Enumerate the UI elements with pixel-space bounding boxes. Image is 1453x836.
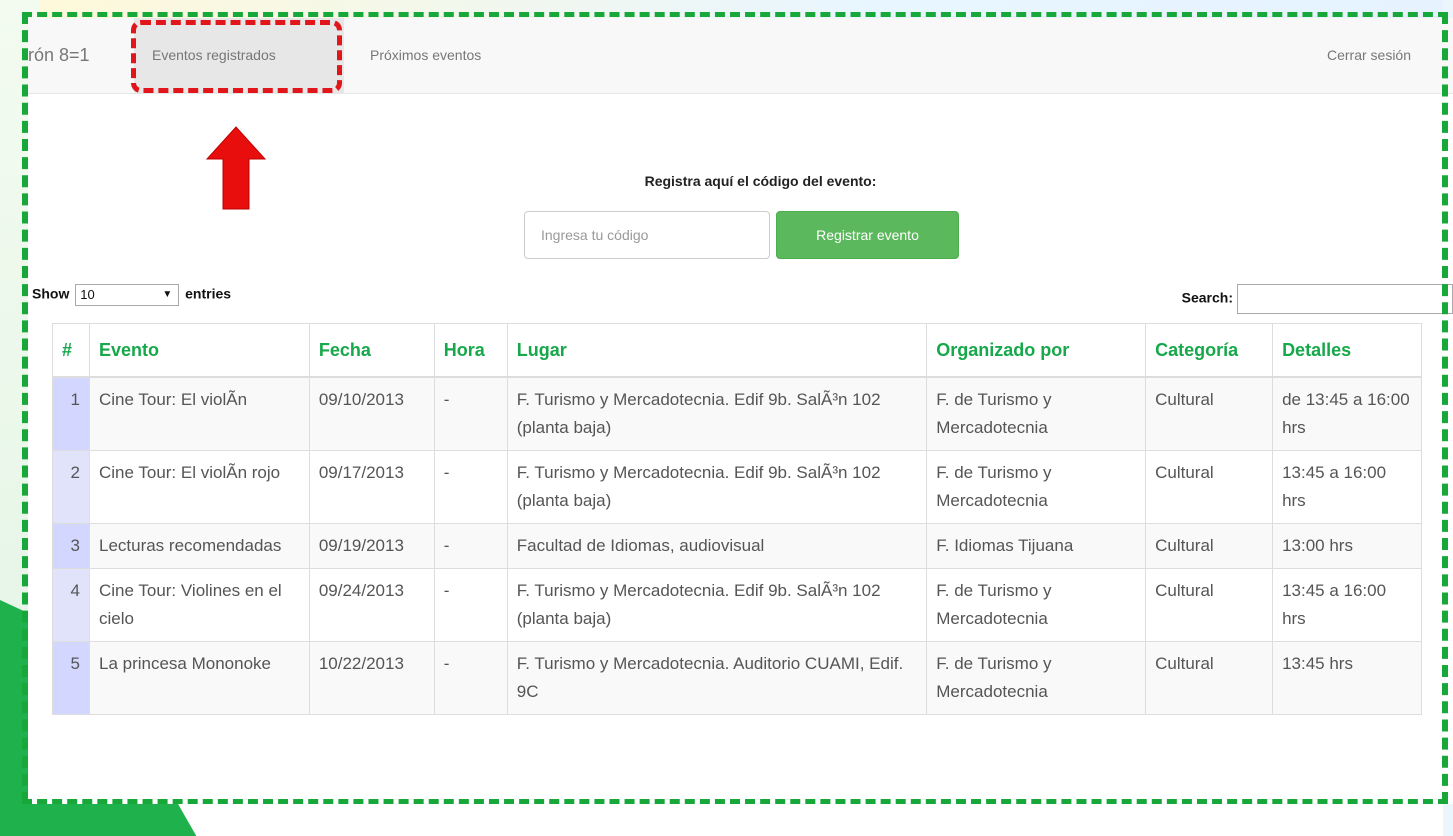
column-header-categoria[interactable]: Categoría: [1145, 323, 1274, 378]
column-header-fecha[interactable]: Fecha: [308, 323, 435, 378]
cell-categoria: Cultural: [1145, 523, 1274, 569]
show-label: Show: [32, 285, 70, 302]
cell-detalles: 13:45 a 16:00 hrs: [1272, 450, 1422, 524]
cell-hora: -: [433, 641, 508, 715]
cell-number: 5: [52, 641, 90, 715]
column-header-evento[interactable]: Evento: [88, 323, 310, 378]
cell-evento: La princesa Mononoke: [88, 641, 310, 715]
cell-organizado-por: F. de Turismo y Mercadotecnia: [926, 450, 1147, 524]
entries-select-value: 10: [80, 287, 95, 302]
cell-categoria: Cultural: [1145, 376, 1274, 451]
table-header-row: # Evento Fecha Hora Lugar Organizado por…: [52, 323, 1422, 378]
table-row[interactable]: 3 Lecturas recomendadas 09/19/2013 - Fac…: [52, 523, 1422, 569]
column-header-organizado-por[interactable]: Organizado por: [926, 323, 1147, 378]
table-row[interactable]: 2 Cine Tour: El violÃn rojo 09/17/2013 -…: [52, 450, 1422, 524]
cell-fecha: 09/19/2013: [308, 523, 435, 569]
nav-link-proximos-eventos[interactable]: Próximos eventos: [370, 47, 481, 63]
cell-evento: Lecturas recomendadas: [88, 523, 310, 569]
column-header-lugar[interactable]: Lugar: [506, 323, 928, 378]
cell-evento: Cine Tour: El violÃn rojo: [88, 450, 310, 524]
cell-number: 1: [52, 376, 90, 451]
code-input[interactable]: [524, 211, 770, 259]
cell-number: 2: [52, 450, 90, 524]
table-row[interactable]: 1 Cine Tour: El violÃn 09/10/2013 - F. T…: [52, 376, 1422, 451]
search-input[interactable]: [1237, 284, 1453, 314]
cell-detalles: 13:45 a 16:00 hrs: [1272, 568, 1422, 642]
cell-categoria: Cultural: [1145, 450, 1274, 524]
table-row[interactable]: 4 Cine Tour: Violines en el cielo 09/24/…: [52, 568, 1422, 642]
search-label: Search:: [1181, 289, 1233, 306]
navbar-brand[interactable]: rón 8=1: [28, 45, 90, 66]
cell-lugar: F. Turismo y Mercadotecnia. Auditorio CU…: [506, 641, 928, 715]
cell-hora: -: [433, 568, 508, 642]
register-event-button[interactable]: Registrar evento: [776, 211, 959, 259]
cell-organizado-por: F. Idiomas Tijuana: [926, 523, 1147, 569]
cell-lugar: F. Turismo y Mercadotecnia. Edif 9b. Sal…: [506, 568, 928, 642]
cell-categoria: Cultural: [1145, 641, 1274, 715]
caret-down-icon: ▼: [162, 289, 173, 300]
cell-fecha: 09/24/2013: [308, 568, 435, 642]
column-header-number[interactable]: #: [52, 323, 90, 378]
cell-detalles: 13:00 hrs: [1272, 523, 1422, 569]
table-row[interactable]: 5 La princesa Mononoke 10/22/2013 - F. T…: [52, 641, 1422, 715]
cell-hora: -: [433, 376, 508, 451]
cell-lugar: F. Turismo y Mercadotecnia. Edif 9b. Sal…: [506, 450, 928, 524]
logout-link[interactable]: Cerrar sesión: [1327, 47, 1411, 63]
cell-categoria: Cultural: [1145, 568, 1274, 642]
column-header-hora[interactable]: Hora: [433, 323, 508, 378]
cell-detalles: 13:45 hrs: [1272, 641, 1422, 715]
events-table: # Evento Fecha Hora Lugar Organizado por…: [52, 323, 1422, 715]
cell-fecha: 09/10/2013: [308, 376, 435, 451]
background-tint-top: [0, 0, 1453, 18]
cell-number: 3: [52, 523, 90, 569]
cell-evento: Cine Tour: Violines en el cielo: [88, 568, 310, 642]
cell-fecha: 10/22/2013: [308, 641, 435, 715]
cell-detalles: de 13:45 a 16:00 hrs: [1272, 376, 1422, 451]
cell-hora: -: [433, 523, 508, 569]
red-up-arrow-icon: [205, 126, 267, 210]
cell-organizado-por: F. de Turismo y Mercadotecnia: [926, 376, 1147, 451]
cell-evento: Cine Tour: El violÃn: [88, 376, 310, 451]
cell-lugar: Facultad de Idiomas, audiovisual: [506, 523, 928, 569]
cell-organizado-por: F. de Turismo y Mercadotecnia: [926, 641, 1147, 715]
table-search: Search:: [1182, 284, 1453, 314]
entries-length-control: Show 10 ▼ entries: [32, 284, 231, 306]
column-header-detalles[interactable]: Detalles: [1272, 323, 1422, 378]
cell-lugar: F. Turismo y Mercadotecnia. Edif 9b. Sal…: [506, 376, 928, 451]
cell-fecha: 09/17/2013: [308, 450, 435, 524]
cell-hora: -: [433, 450, 508, 524]
entries-label: entries: [185, 285, 232, 302]
cell-number: 4: [52, 568, 90, 642]
cell-organizado-por: F. de Turismo y Mercadotecnia: [926, 568, 1147, 642]
annotation-highlight-box: [131, 20, 342, 93]
entries-select[interactable]: 10 ▼: [75, 284, 180, 306]
